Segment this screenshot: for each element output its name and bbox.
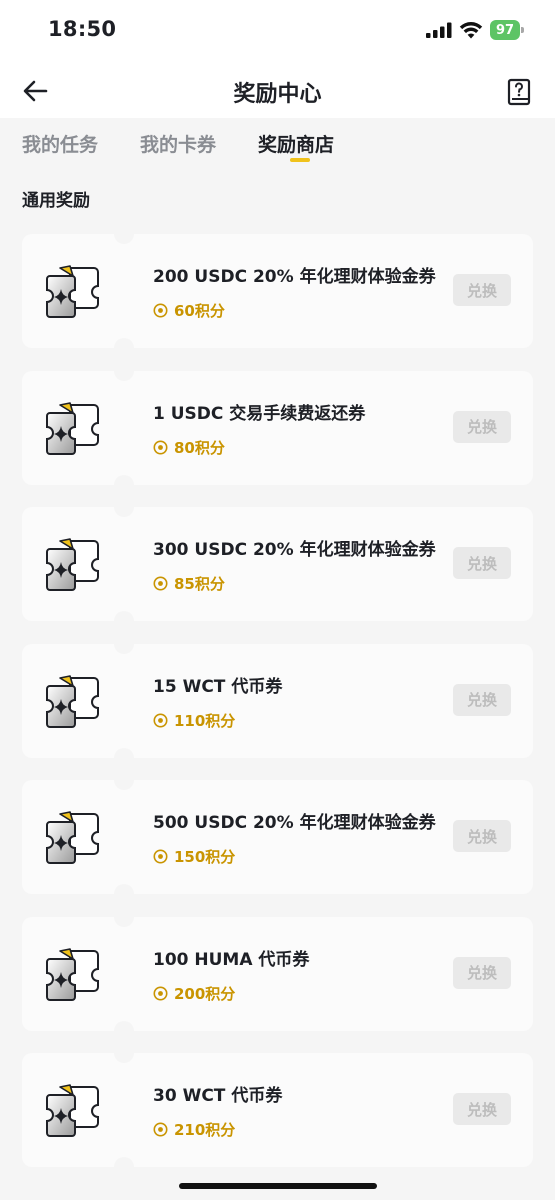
reward-points: 110积分	[153, 710, 235, 731]
redeem-button[interactable]: 兑换	[453, 410, 511, 443]
reward-card: 300 USDC 20% 年化理财体验金券 85积分 兑换	[22, 497, 533, 631]
reward-card: 100 HUMA 代币券 200积分 兑换	[22, 906, 533, 1041]
coupon-icon	[46, 811, 99, 864]
reward-title: 100 HUMA 代币券	[153, 949, 310, 970]
points-value: 210积分	[174, 1121, 236, 1139]
reward-card: 200 USDC 20% 年化理财体验金券 60积分 兑换	[22, 224, 533, 358]
reward-title: 300 USDC 20% 年化理财体验金券	[153, 540, 436, 560]
coin-icon	[153, 713, 168, 727]
points-value: 60积分	[174, 302, 225, 320]
reward-points: 85积分	[153, 573, 225, 594]
coin-icon	[153, 849, 168, 864]
reward-points: 60积分	[153, 300, 225, 321]
reward-card: 500 USDC 20% 年化理财体验金券 150积分 兑换	[22, 770, 533, 904]
tab-my-tasks[interactable]: 我的任务	[22, 130, 98, 157]
reward-points: 150积分	[153, 846, 235, 867]
reward-points: 210积分	[153, 1119, 235, 1140]
points-value: 85积分	[174, 575, 225, 593]
active-tab-indicator	[290, 158, 310, 162]
page-title: 奖励中心	[233, 82, 322, 107]
reward-card: 1 USDC 交易手续费返还券 80积分 兑换	[22, 360, 533, 495]
coupon-icon	[46, 674, 99, 728]
coin-icon	[153, 576, 168, 591]
points-value: 150积分	[174, 848, 236, 866]
tab-bar: 我的任务 我的卡券 奖励商店	[0, 118, 555, 170]
redeem-button[interactable]: 兑换	[453, 820, 511, 852]
tab-reward-shop[interactable]: 奖励商店	[258, 130, 334, 157]
battery-icon: 97	[490, 20, 524, 40]
reward-title: 15 WCT 代币券	[153, 676, 283, 697]
coupon-icon	[46, 265, 99, 318]
points-value: 200积分	[174, 984, 236, 1003]
redeem-button[interactable]: 兑换	[453, 683, 511, 716]
top-bar: 18:50 97 奖励中心	[0, 0, 555, 118]
coin-icon	[153, 1122, 168, 1137]
coin-icon	[153, 303, 168, 318]
coupon-icon	[46, 1084, 99, 1137]
section-title: 通用奖励	[22, 191, 90, 211]
reward-title: 30 WCT 代币券	[153, 1086, 283, 1106]
coupon-icon	[46, 538, 99, 591]
reward-title: 200 USDC 20% 年化理财体验金券	[153, 267, 436, 287]
wifi-icon	[459, 22, 483, 39]
reward-card: 30 WCT 代币券 210积分 兑换	[22, 1043, 533, 1177]
reward-points: 80积分	[153, 437, 225, 458]
points-value: 110积分	[174, 711, 236, 730]
redeem-button[interactable]: 兑换	[453, 1093, 511, 1125]
signal-icon	[426, 22, 452, 38]
reward-title: 500 USDC 20% 年化理财体验金券	[153, 813, 436, 833]
reward-points: 200积分	[153, 983, 235, 1004]
battery-level: 97	[490, 20, 520, 40]
tab-my-coupons[interactable]: 我的卡券	[140, 130, 216, 157]
redeem-button[interactable]: 兑换	[453, 956, 511, 989]
redeem-button[interactable]: 兑换	[453, 547, 511, 579]
redeem-button[interactable]: 兑换	[453, 274, 511, 306]
reward-card: 15 WCT 代币券 110积分 兑换	[22, 633, 533, 768]
reward-title: 1 USDC 交易手续费返还券	[153, 403, 366, 424]
status-time: 18:50	[48, 17, 117, 41]
help-book-icon[interactable]	[505, 78, 533, 106]
coin-icon	[153, 440, 168, 454]
coin-icon	[153, 986, 168, 1000]
home-indicator	[179, 1183, 377, 1189]
coupon-icon	[46, 401, 99, 455]
coupon-icon	[46, 947, 99, 1001]
points-value: 80积分	[174, 438, 225, 457]
